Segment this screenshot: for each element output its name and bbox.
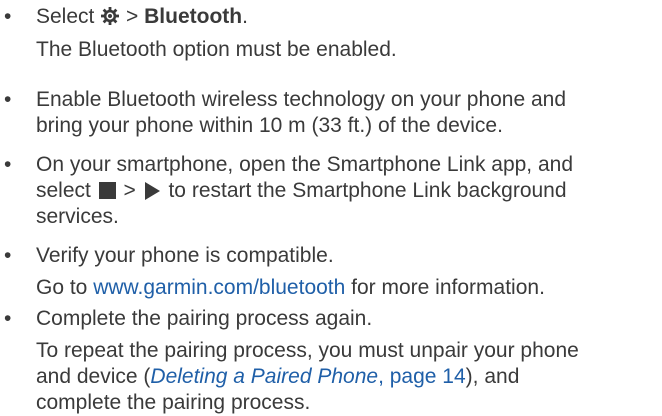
step-text: Enable Bluetooth wireless technology on … <box>36 88 567 137</box>
gear-icon <box>100 6 120 33</box>
square-menu-icon <box>98 182 116 199</box>
bullet: • <box>4 88 12 111</box>
bullet: • <box>4 244 12 267</box>
step-text: Verify your phone is compatible. <box>36 244 334 267</box>
step-text: Complete the pairing process again. <box>36 307 373 330</box>
deleting-paired-phone-link[interactable]: Deleting a Paired Phone <box>150 365 378 388</box>
garmin-bluetooth-link[interactable]: www.garmin.com/bluetooth <box>93 276 345 299</box>
bullet: • <box>4 307 12 330</box>
note-text: The Bluetooth option must be enabled. <box>36 38 397 61</box>
bluetooth-label: Bluetooth <box>144 5 243 28</box>
bullet: • <box>4 5 12 28</box>
bullet: • <box>4 153 12 176</box>
note-text: To repeat the pairing process, you must … <box>36 339 579 414</box>
page-reference[interactable]: , page 14 <box>378 365 466 388</box>
step-text: Select > Bluetooth. <box>36 4 658 33</box>
note-text: Go to www.garmin.com/bluetooth for more … <box>36 276 545 299</box>
play-icon <box>144 182 160 200</box>
step-text: On your smartphone, open the Smartphone … <box>36 153 574 228</box>
